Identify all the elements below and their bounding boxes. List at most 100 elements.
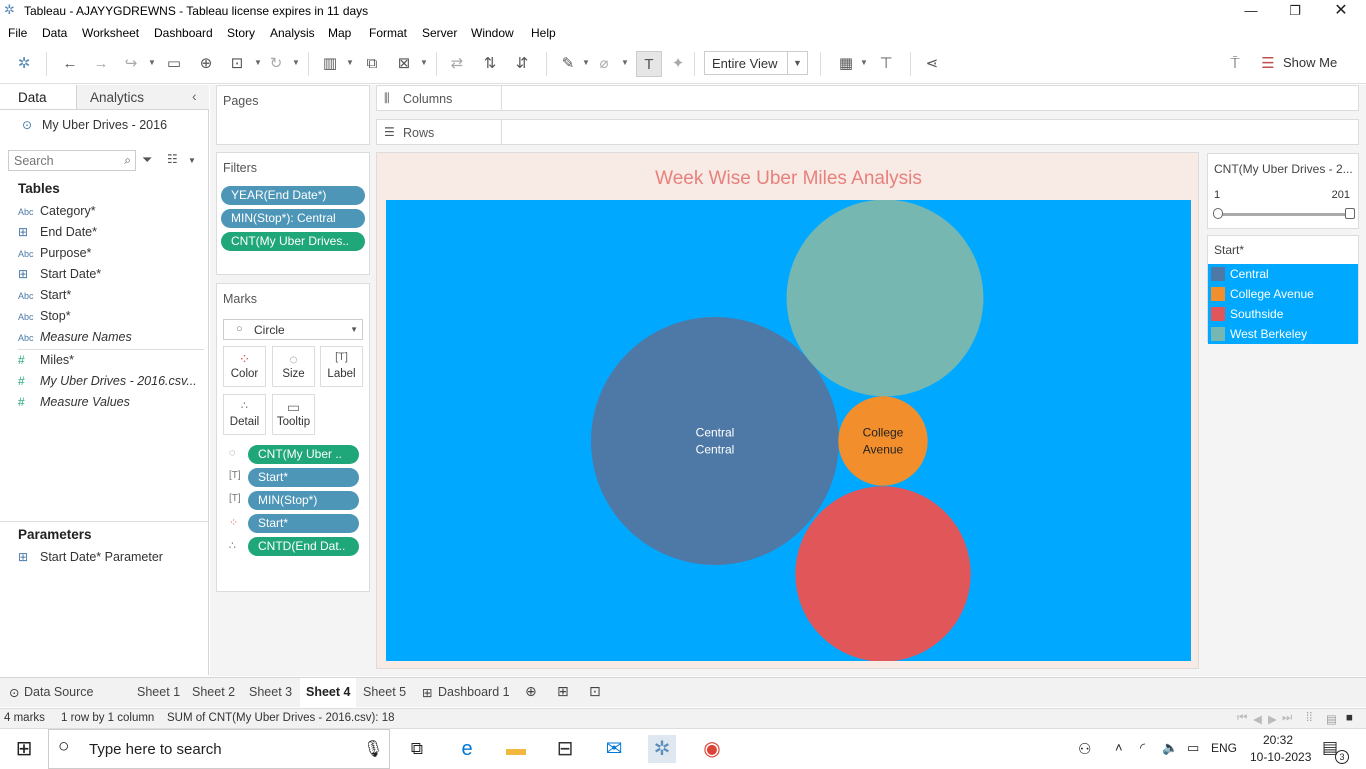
windows-start-icon[interactable]: ⊞ [10,735,38,763]
field-end-date[interactable]: ⊞ End Date* [18,225,97,243]
show-mark-labels-icon[interactable]: T [636,51,662,77]
minimize-icon[interactable]: — [1228,0,1274,22]
tab-data-source[interactable]: Data Source [24,685,93,699]
new-datasource-icon[interactable]: ⊕ [196,54,216,74]
volume-icon[interactable]: 🔈 [1162,740,1178,756]
new-worksheet-icon[interactable]: ▥ [320,54,340,74]
datasource-name[interactable]: My Uber Drives - 2016 [42,118,167,132]
tab-analytics[interactable]: Analytics ‹ [77,85,209,109]
marks-pill-label-stop[interactable]: MIN(Stop*) [248,491,359,510]
presentation-mode-icon[interactable]: ⊤ [876,54,896,74]
field-category[interactable]: Abc Category* [18,204,96,222]
legend-item-central[interactable]: Central [1208,264,1358,284]
store-icon[interactable]: ⊟ [551,735,579,763]
task-view-icon[interactable]: ⧉ [403,735,431,763]
columns-drop-area[interactable] [501,86,1358,110]
first-sheet-icon[interactable]: ⏮ [1237,712,1247,725]
group-members-icon[interactable]: ⌀ [594,54,614,74]
tab-sheet-2[interactable]: Sheet 2 [192,685,235,699]
field-measure-values[interactable]: # Measure Values [18,395,130,413]
menu-dashboard[interactable]: Dashboard [154,26,213,40]
sort-ascending-icon[interactable]: ⇅ [480,54,500,74]
tooltip-button[interactable]: ▭ Tooltip [272,394,315,435]
slider-min-handle[interactable] [1213,208,1223,219]
chevron-down-icon[interactable]: ▼ [621,58,629,67]
menu-story[interactable]: Story [227,26,255,40]
taskbar-search[interactable]: ○ Type here to search 🎙 [48,729,390,769]
size-button[interactable]: ◌ Size [272,346,315,387]
collapse-pane-icon[interactable]: ‹ [192,88,197,104]
field-record-count[interactable]: # My Uber Drives - 2016.csv... [18,374,197,392]
tab-data[interactable]: Data [0,85,77,110]
chevron-down-icon[interactable]: ▼ [148,58,156,67]
chevron-down-icon[interactable]: ▼ [420,58,428,67]
chevron-down-icon[interactable]: ▼ [254,58,262,67]
chevron-up-icon[interactable]: ˄ [1115,740,1123,755]
pages-card[interactable]: Pages [216,85,370,145]
color-button[interactable]: ⁘ Color [223,346,266,387]
legend-item-west-berkeley[interactable]: West Berkeley [1208,324,1358,344]
tableau-home-icon[interactable]: ✲ [14,54,34,74]
marks-pill-label-start[interactable]: Start* [248,468,359,487]
microphone-icon[interactable]: 🎙 [363,739,383,759]
wifi-icon[interactable]: ◜ [1140,740,1145,756]
share-icon[interactable]: ⋖ [922,54,942,74]
marks-pill-size[interactable]: CNT(My Uber .. [248,445,359,464]
bubble-chart[interactable]: Central Central College Avenue [386,200,1191,661]
tabs-view-icon[interactable]: ■ [1346,712,1353,724]
fit-dropdown[interactable]: Entire View ▼ [704,51,808,75]
filters-card[interactable]: Filters YEAR(End Date*) MIN(Stop*): Cent… [216,152,370,275]
menu-format[interactable]: Format [369,26,407,40]
new-story-icon[interactable]: ⊡ [589,683,601,700]
pause-updates-icon[interactable]: ⊡ [227,54,247,74]
menu-help[interactable]: Help [531,26,556,40]
bubble-southside[interactable] [795,486,971,661]
mail-icon[interactable]: ✉ [600,735,628,763]
show-me-button[interactable]: Show Me [1283,55,1337,70]
paint-roller-icon[interactable]: ⍑ [1225,54,1245,74]
parameter-start-date[interactable]: ⊞ Start Date* Parameter [18,550,163,568]
marks-pill-color-start[interactable]: Start* [248,514,359,533]
last-sheet-icon[interactable]: ⏭ [1282,712,1292,725]
chrome-icon[interactable]: ◉ [698,735,726,763]
filter-icon[interactable]: ⏷ [142,152,152,168]
field-miles[interactable]: # Miles* [18,353,74,371]
mark-type-dropdown[interactable]: ○ Circle ▼ [223,319,363,340]
search-input[interactable] [14,152,114,170]
edge-icon[interactable]: e [453,735,481,763]
label-button[interactable]: [T] Label [320,346,363,387]
filter-pill-year-end-date[interactable]: YEAR(End Date*) [221,186,365,205]
chevron-down-icon[interactable]: ▼ [292,58,300,67]
rows-drop-area[interactable] [501,120,1358,144]
detail-button[interactable]: ∴ Detail [223,394,266,435]
redo-icon[interactable]: → [91,54,111,74]
chevron-down-icon[interactable]: ▼ [787,52,807,74]
tab-sheet-4[interactable]: Sheet 4 [300,678,357,708]
rows-shelf[interactable]: ☰ Rows [376,119,1359,145]
search-field[interactable]: ⌕ [8,150,136,171]
chevron-down-icon[interactable]: ▼ [346,58,354,67]
view-options-icon[interactable]: ☷ [167,152,178,166]
legend-item-college-avenue[interactable]: College Avenue [1208,284,1358,304]
marks-pill-detail[interactable]: CNTD(End Dat.. [248,537,359,556]
highlight-icon[interactable]: ✎ [558,54,578,74]
field-purpose[interactable]: Abc Purpose* [18,246,91,264]
close-icon[interactable]: ✕ [1318,0,1364,22]
restore-icon[interactable]: ❐ [1272,0,1318,22]
menu-map[interactable]: Map [328,26,351,40]
refresh-icon[interactable]: ↻ [266,54,286,74]
undo-icon[interactable]: ← [60,54,80,74]
field-start-date[interactable]: ⊞ Start Date* [18,267,101,285]
field-measure-names[interactable]: Abc Measure Names [18,330,132,348]
next-sheet-icon[interactable]: ▶ [1268,712,1277,726]
battery-icon[interactable]: ▭ [1187,740,1199,756]
filter-pill-min-stop[interactable]: MIN(Stop*): Central [221,209,365,228]
bubble-west-berkeley[interactable] [786,200,984,397]
new-dashboard-icon[interactable]: ⊞ [557,683,569,700]
sheet-sorter-icon[interactable]: ⁞⁞ [1306,712,1312,724]
filter-pill-cnt[interactable]: CNT(My Uber Drives.. [221,232,365,251]
clock-date[interactable]: 10-10-2023 [1250,750,1311,764]
replay-icon[interactable]: ↪ [121,54,141,74]
language-indicator[interactable]: ENG [1211,741,1237,755]
field-stop[interactable]: Abc Stop* [18,309,71,327]
